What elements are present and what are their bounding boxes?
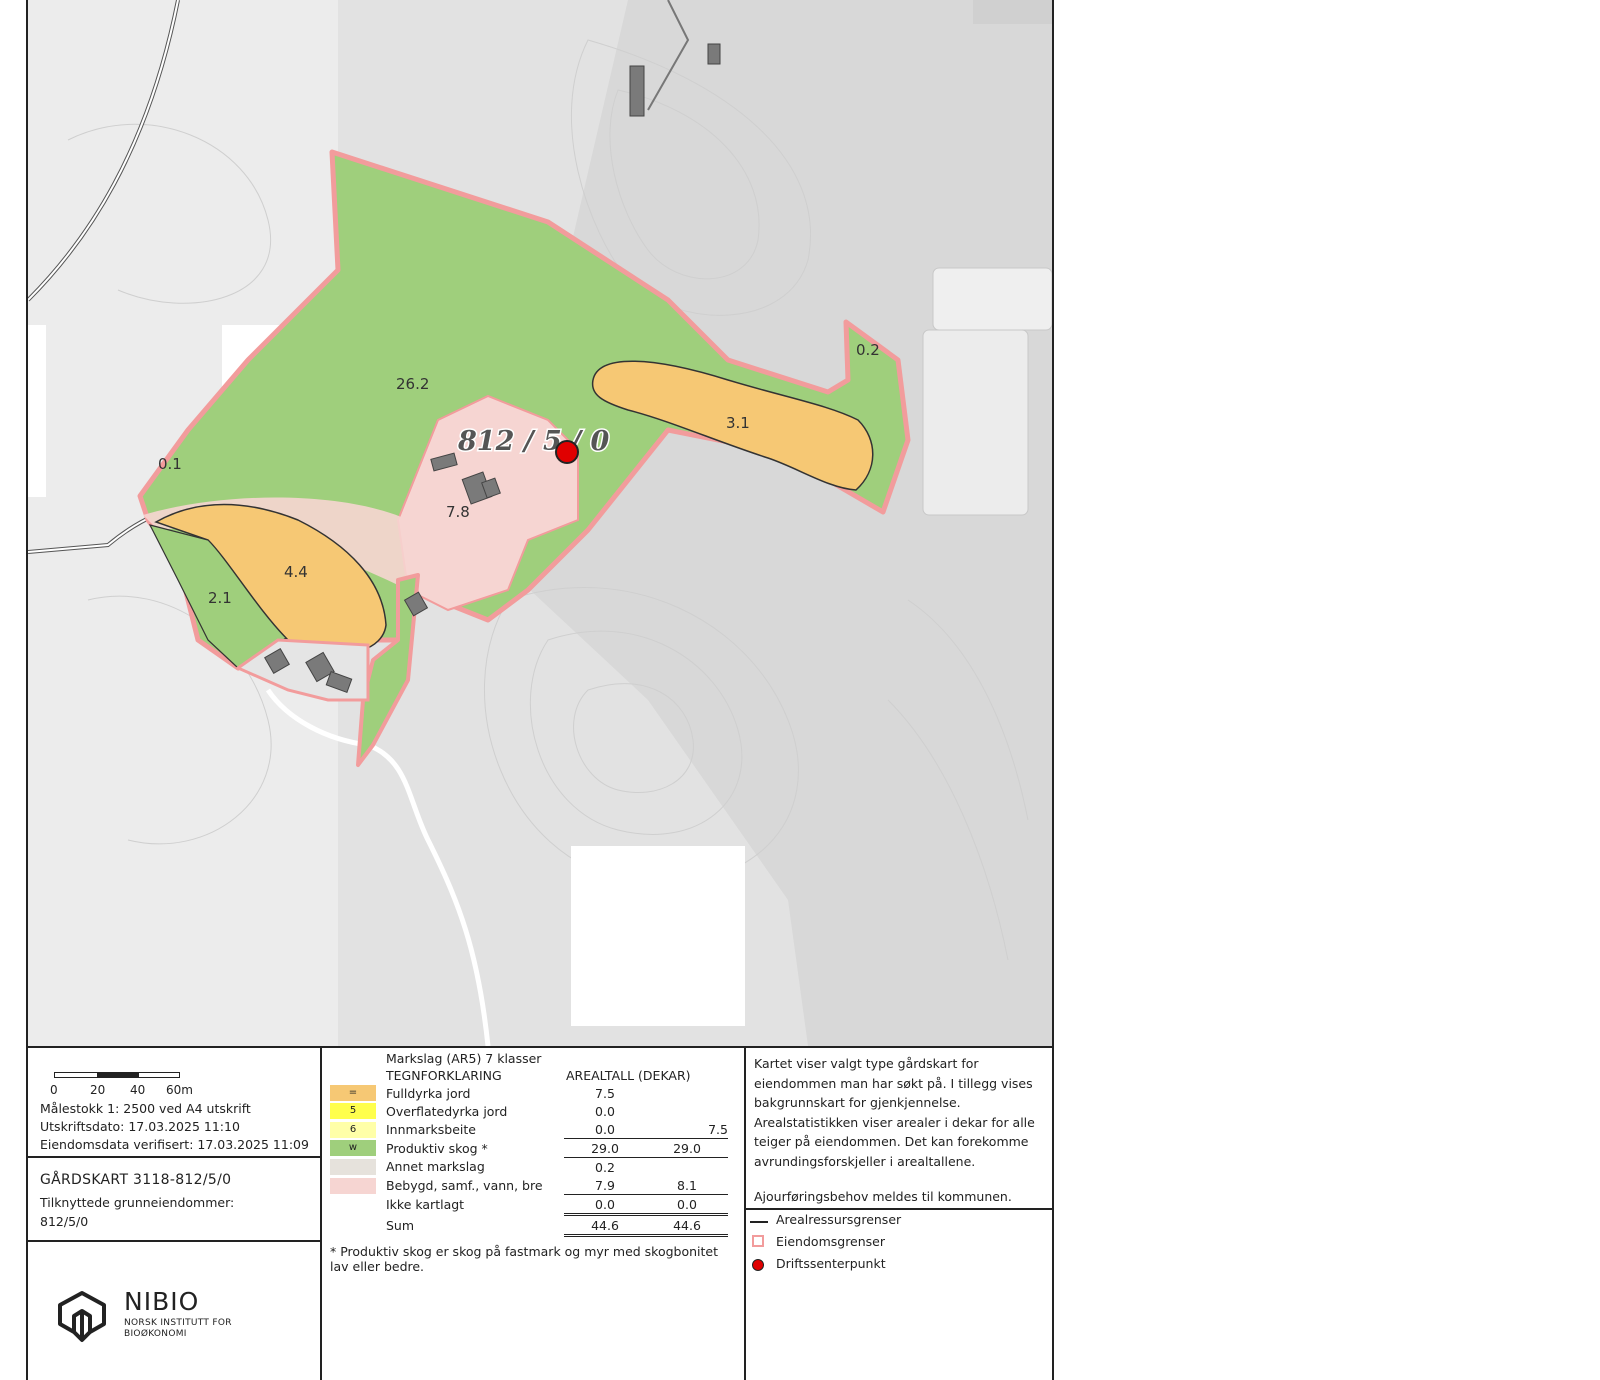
scale-bar-segment bbox=[97, 1073, 139, 1077]
notes-column: Kartet viser valgt type gårdskart for ei… bbox=[746, 1048, 1052, 1380]
legend-row: Annet markslag 0.2 bbox=[330, 1158, 728, 1177]
legend-subtotal: 8.1 bbox=[646, 1176, 728, 1195]
area-label-south-field: 4.4 bbox=[284, 563, 308, 581]
legend-row: w Produktiv skog * 29.0 29.0 bbox=[330, 1138, 728, 1158]
legend-swatch bbox=[330, 1177, 376, 1194]
legend-value: 0.0 bbox=[564, 1120, 646, 1139]
legend-label: Sum bbox=[386, 1217, 415, 1233]
empty-tile-west bbox=[28, 325, 46, 497]
legend-row: 6 Innmarksbeite 0.0 7.5 bbox=[330, 1120, 728, 1139]
property-label: 812 / 5 / 0 bbox=[457, 426, 609, 457]
legend-label: Produktiv skog * bbox=[386, 1140, 488, 1156]
notes-section: Kartet viser valgt type gårdskart for ei… bbox=[746, 1048, 1052, 1210]
legend-swatch bbox=[330, 1217, 376, 1233]
symbol-label-centre-point: Driftssenterpunkt bbox=[776, 1256, 886, 1271]
symbol-label-ar5-border: Arealressursgrenser bbox=[776, 1212, 902, 1227]
scale-tick: 0 bbox=[50, 1083, 58, 1097]
legend-value: 29.0 bbox=[564, 1138, 646, 1158]
field-east-gray bbox=[932, 267, 1052, 331]
linked-properties-label: Tilknyttede grunneiendommer: bbox=[40, 1195, 235, 1210]
verified-date: Eiendomsdata verifisert: 17.03.2025 11:0… bbox=[40, 1137, 309, 1152]
map-area[interactable]: 812 / 5 / 0 26.2 7.8 3.1 0.2 0.1 4.4 2.1 bbox=[28, 0, 1052, 1046]
legend-panel: 0 20 40 60m Målestokk 1: 2500 ved A4 uts… bbox=[28, 1046, 1052, 1380]
legend-label: Annet markslag bbox=[386, 1159, 485, 1175]
land-use-table: = Fulldyrka jord 7.5 5 Overflatedyrka jord 0.… bbox=[330, 1084, 728, 1237]
top-right-block bbox=[973, 0, 1052, 24]
symbols-section: Arealressursgrenser Eiendomsgrenser Drif… bbox=[746, 1210, 1052, 1380]
area-label-east-forest: 0.2 bbox=[856, 341, 880, 359]
report-note: Ajourføringsbehov meldes til kommunen. bbox=[754, 1189, 1012, 1204]
centre-point-symbol bbox=[752, 1259, 764, 1271]
map-svg: 812 / 5 / 0 26.2 7.8 3.1 0.2 0.1 4.4 2.1 bbox=[28, 0, 1052, 1046]
info-column: 0 20 40 60m Målestokk 1: 2500 ved A4 uts… bbox=[28, 1048, 322, 1380]
legend-row: 5 Overflatedyrka jord 0.0 bbox=[330, 1102, 728, 1120]
land-use-column: Markslag (AR5) 7 klasser TEGNFORKLARING … bbox=[322, 1048, 746, 1380]
legend-value: 0.0 bbox=[564, 1194, 646, 1216]
legend-label: Ikke kartlagt bbox=[386, 1197, 465, 1212]
print-date: Utskriftsdato: 17.03.2025 11:10 bbox=[40, 1119, 240, 1134]
legend-label: Innmarksbeite bbox=[386, 1121, 476, 1137]
legend-subtotal bbox=[646, 1102, 728, 1120]
symbol-label-property-border: Eiendomsgrenser bbox=[776, 1234, 886, 1249]
legend-label: Bebygd, samf., vann, bre bbox=[386, 1177, 543, 1193]
legend-label: Overflatedyrka jord bbox=[386, 1103, 508, 1119]
legend-value: 7.5 bbox=[595, 1085, 615, 1101]
field-east-gray-2 bbox=[922, 329, 1029, 516]
scale-tick: 40 bbox=[130, 1083, 146, 1097]
legend-swatch: = bbox=[330, 1085, 376, 1102]
logo-subtitle-line1: NORSK INSTITUTT FOR bbox=[124, 1318, 232, 1328]
legend-subtotal: 29.0 bbox=[646, 1138, 728, 1158]
property-border-symbol bbox=[752, 1235, 764, 1247]
notes-paragraph: Kartet viser valgt type gårdskart for ei… bbox=[754, 1056, 1035, 1169]
empty-tile-south bbox=[571, 846, 745, 1026]
legend-swatch bbox=[330, 1197, 376, 1213]
centre-point-marker[interactable] bbox=[555, 440, 579, 464]
logo-name: NIBIO bbox=[124, 1287, 200, 1316]
legend-subtotal: 7.5 bbox=[646, 1120, 728, 1139]
legend-value: 7.9 bbox=[564, 1176, 646, 1195]
legend-row: Bebygd, samf., vann, bre 7.9 8.1 bbox=[330, 1176, 728, 1195]
logo-subtitle: NORSK INSTITUTT FOR BIOØKONOMI bbox=[124, 1318, 232, 1340]
legend-subtotal: 44.6 bbox=[646, 1214, 728, 1237]
legend-row: = Fulldyrka jord 7.5 bbox=[330, 1084, 728, 1102]
map-sheet: 812 / 5 / 0 26.2 7.8 3.1 0.2 0.1 4.4 2.1 bbox=[26, 0, 1054, 1380]
legend-swatch: w bbox=[330, 1140, 376, 1157]
legend-swatch: 6 bbox=[330, 1121, 376, 1138]
area-label-yard: 7.8 bbox=[446, 503, 470, 521]
legend-swatch bbox=[330, 1159, 376, 1175]
logo-subtitle-line2: BIOØKONOMI bbox=[124, 1329, 187, 1339]
legend-heading-title: TEGNFORKLARING bbox=[386, 1068, 502, 1083]
legend-value: 44.6 bbox=[564, 1214, 646, 1237]
scale-bar bbox=[54, 1072, 180, 1078]
scale-tick: 60m bbox=[166, 1083, 193, 1097]
legend-subtotal: 0.0 bbox=[646, 1194, 728, 1216]
legend-label: Fulldyrka jord bbox=[386, 1085, 471, 1101]
legend-value: 0.2 bbox=[595, 1159, 615, 1175]
legend-heading-classes: Markslag (AR5) 7 klasser bbox=[386, 1051, 542, 1066]
area-label-east-field: 3.1 bbox=[726, 414, 750, 432]
legend-row: Sum 44.6 44.6 bbox=[330, 1214, 728, 1237]
legend-row: Ikke kartlagt 0.0 0.0 bbox=[330, 1194, 728, 1216]
legend-footnote: * Produktiv skog er skog på fastmark og … bbox=[330, 1244, 719, 1274]
area-label-forest-main: 26.2 bbox=[396, 375, 429, 393]
area-label-west-sliver: 0.1 bbox=[158, 455, 182, 473]
legend-subtotal bbox=[646, 1084, 728, 1102]
nibio-logo-icon bbox=[58, 1291, 106, 1342]
map-title: GÅRDSKART 3118-812/5/0 bbox=[40, 1172, 232, 1188]
legend-heading-area: AREALTALL (DEKAR) bbox=[566, 1068, 691, 1083]
scale-section: 0 20 40 60m Målestokk 1: 2500 ved A4 uts… bbox=[28, 1048, 320, 1158]
linked-properties-value: 812/5/0 bbox=[40, 1214, 89, 1229]
logo-section: NIBIO NORSK INSTITUTT FOR BIOØKONOMI bbox=[28, 1242, 320, 1380]
title-section: GÅRDSKART 3118-812/5/0 Tilknyttede grunn… bbox=[28, 1158, 320, 1242]
line-symbol bbox=[750, 1221, 768, 1223]
area-label-south-forest: 2.1 bbox=[208, 589, 232, 607]
legend-value: 0.0 bbox=[595, 1103, 615, 1119]
legend-subtotal bbox=[646, 1158, 728, 1177]
legend-swatch: 5 bbox=[330, 1103, 376, 1120]
scale-tick: 20 bbox=[90, 1083, 106, 1097]
scale-text: Målestokk 1: 2500 ved A4 utskrift bbox=[40, 1101, 251, 1116]
